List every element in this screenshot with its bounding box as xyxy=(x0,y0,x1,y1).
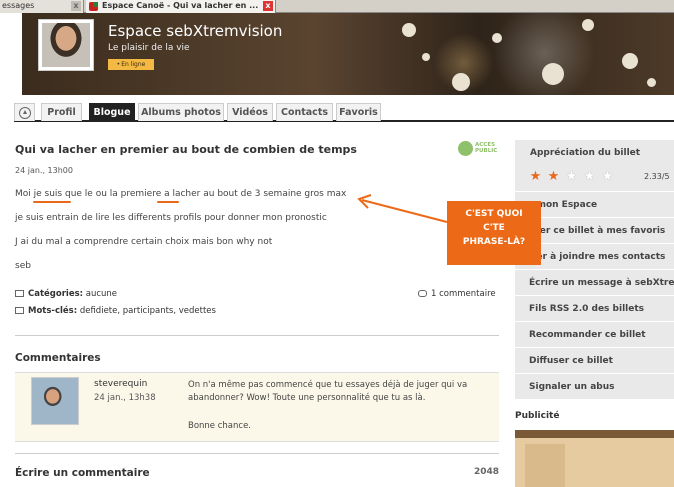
tab-label: Espace Canoë - Qui va lacher en ... xyxy=(102,1,259,10)
site-title: Espace sebXtremvision xyxy=(108,22,283,40)
ad-label: Publicité xyxy=(515,411,560,421)
star-icon[interactable]: ★ xyxy=(547,170,560,183)
public-access-icon xyxy=(458,141,473,156)
nav-videos[interactable]: Vidéos xyxy=(227,103,273,121)
comment-bubble-icon xyxy=(418,290,427,297)
browser-tab-bar: essages x Espace Canoë - Qui va lacher e… xyxy=(0,0,674,13)
annotation-callout: C'EST QUOI C'TE PHRASE-LÀ? xyxy=(447,201,541,265)
folder-icon xyxy=(15,290,24,297)
write-comment-title: Écrire un commentaire xyxy=(15,467,150,479)
online-status-badge: En ligne xyxy=(108,59,154,70)
nav-favoris[interactable]: Favoris xyxy=(336,103,381,121)
nav-profil[interactable]: Profil xyxy=(41,103,82,121)
annotation-underline xyxy=(33,201,71,203)
banner-splash xyxy=(452,73,470,91)
close-tab-icon[interactable]: x xyxy=(263,1,273,11)
annotation-underline xyxy=(157,201,179,203)
tags-value[interactable]: defidiete, participants, vedettes xyxy=(80,306,216,316)
close-tab-icon[interactable]: x xyxy=(71,1,81,11)
comments-title: Commentaires xyxy=(15,352,101,364)
nav-home[interactable] xyxy=(14,103,35,121)
home-icon xyxy=(18,107,31,119)
browser-tab-espace-canoe[interactable]: Espace Canoë - Qui va lacher en ... x xyxy=(86,0,276,13)
access-badge-line: PUBLIC xyxy=(475,148,498,154)
rating-panel: Appréciation du billet ★ ★ ★ ★ ★ 2.33/5 xyxy=(515,140,674,192)
categories-value[interactable]: aucune xyxy=(86,289,117,299)
post-body-line: Moi je suis que le ou la premiere a lach… xyxy=(15,189,347,199)
banner-splash xyxy=(402,23,416,37)
star-icon[interactable]: ★ xyxy=(565,170,578,183)
banner-splash xyxy=(582,19,594,31)
char-count: 2048 xyxy=(474,467,500,477)
post-categories: Catégories: aucune xyxy=(15,289,117,299)
banner-splash xyxy=(542,63,564,85)
nav-albums-photos[interactable]: Albums photos xyxy=(138,103,224,121)
categories-label: Catégories: xyxy=(28,289,84,299)
callout-line: C'TE xyxy=(483,223,505,233)
commenter-avatar[interactable] xyxy=(31,377,79,425)
banner-splash xyxy=(647,78,656,87)
sidebar-link-signaler[interactable]: Signaler un abus xyxy=(515,374,674,400)
sidebar-link-recommander[interactable]: Recommander ce billet xyxy=(515,322,674,348)
post-tags: Mots-clés: defidiete, participants, vede… xyxy=(15,306,216,316)
rating-value: 2.33/5 xyxy=(644,172,670,181)
comment-closing: Bonne chance. xyxy=(188,421,251,431)
site-subtitle: Le plaisir de la vie xyxy=(108,43,190,53)
browser-tab-messages[interactable]: essages x xyxy=(0,0,84,13)
star-icon[interactable]: ★ xyxy=(583,170,596,183)
public-access-badge: ACCES PUBLIC xyxy=(458,141,502,157)
favicon-icon xyxy=(89,2,98,11)
sidebar-link-diffuser[interactable]: Diffuser ce billet xyxy=(515,348,674,374)
post-date: 24 jan., 13h00 xyxy=(15,166,73,175)
commenter-name[interactable]: steverequin xyxy=(94,379,147,389)
star-icon[interactable]: ★ xyxy=(529,170,542,183)
comment-item: steverequin 24 jan., 13h38 On n'a même p… xyxy=(15,372,499,442)
comment-text: On n'a même pas commencé que tu essayes … xyxy=(188,380,468,403)
profile-avatar[interactable] xyxy=(38,19,94,71)
divider xyxy=(15,453,499,454)
banner-splash xyxy=(622,53,638,69)
post-body-line: je suis entrain de lire les differents p… xyxy=(15,213,327,223)
comment-count-label: 1 commentaire xyxy=(431,289,496,299)
callout-line: C'EST QUOI xyxy=(465,209,523,219)
comment-count-link[interactable]: 1 commentaire xyxy=(418,289,496,299)
banner-splash xyxy=(492,33,502,43)
star-icon[interactable]: ★ xyxy=(601,170,614,183)
post-title[interactable]: Qui va lacher en premier au bout de comb… xyxy=(15,143,357,156)
ad-image[interactable] xyxy=(515,430,674,487)
divider xyxy=(15,335,499,336)
sidebar-link-message[interactable]: Écrire un message à sebXtrem xyxy=(515,270,674,296)
callout-line: PHRASE-LÀ? xyxy=(462,237,526,247)
rating-stars[interactable]: ★ ★ ★ ★ ★ xyxy=(529,170,619,183)
profile-banner: Espace sebXtremvision Le plaisir de la v… xyxy=(22,13,674,95)
post-body-line: seb xyxy=(15,261,31,271)
profile-nav: Profil Blogue Albums photos Vidéos Conta… xyxy=(14,102,674,122)
nav-contacts[interactable]: Contacts xyxy=(276,103,333,121)
rating-title: Appréciation du billet xyxy=(530,148,641,158)
sidebar-link-rss[interactable]: Fils RSS 2.0 des billets xyxy=(515,296,674,322)
nav-blogue[interactable]: Blogue xyxy=(89,103,135,121)
banner-splash xyxy=(422,53,430,61)
tag-icon xyxy=(15,307,24,314)
tags-label: Mots-clés: xyxy=(28,306,78,316)
post-body-line: J ai du mal a comprendre certain choix m… xyxy=(15,237,273,247)
tab-label: essages xyxy=(2,1,35,10)
comment-date: 24 jan., 13h38 xyxy=(94,393,156,403)
